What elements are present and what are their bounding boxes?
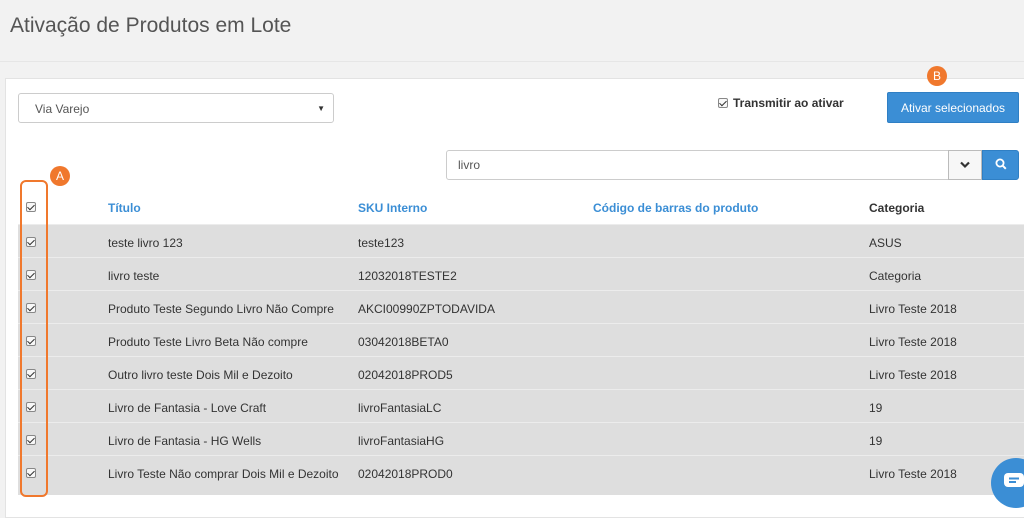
row-sku: AKCI00990ZPTODAVIDA xyxy=(358,301,495,316)
transmit-checkbox[interactable] xyxy=(718,98,728,108)
transmit-label: Transmitir ao ativar xyxy=(733,96,844,110)
row-sku: 02042018PROD0 xyxy=(358,466,453,481)
row-title: teste livro 123 xyxy=(108,235,183,250)
row-sku: livroFantasiaHG xyxy=(358,433,445,448)
table-row[interactable]: livro teste 12032018TESTE2 Categoria xyxy=(18,257,1024,290)
select-all-checkbox[interactable] xyxy=(26,202,36,212)
row-sku: livroFantasiaLC xyxy=(358,400,442,415)
row-sku: 12032018TESTE2 xyxy=(358,268,457,283)
row-category: 19 xyxy=(869,433,883,448)
row-category: Livro Teste 2018 xyxy=(869,334,957,349)
search-options-button[interactable] xyxy=(948,150,982,180)
annotation-badge-a: A xyxy=(50,166,70,186)
row-category: Categoria xyxy=(869,268,922,283)
store-select-value: Via Varejo xyxy=(35,102,90,116)
annotation-badge-b: B xyxy=(927,66,947,86)
table-row[interactable]: Livro Teste Não comprar Dois Mil e Dezoi… xyxy=(18,455,1024,495)
row-barcode xyxy=(593,389,869,422)
row-checkbox[interactable] xyxy=(26,467,36,478)
row-sku: teste123 xyxy=(358,235,405,250)
row-title: Livro Teste Não comprar Dois Mil e Dezoi… xyxy=(108,466,339,481)
row-category: ASUS xyxy=(869,235,902,250)
row-title: Livro de Fantasia - HG Wells xyxy=(108,433,262,448)
row-checkbox[interactable] xyxy=(26,401,36,412)
row-checkbox[interactable] xyxy=(26,434,36,445)
row-checkbox[interactable] xyxy=(26,368,36,379)
row-title: Livro de Fantasia - Love Craft xyxy=(108,400,267,415)
row-title: Outro livro teste Dois Mil e Dezoito xyxy=(108,367,293,382)
table-row[interactable]: teste livro 123 teste123 ASUS xyxy=(18,224,1024,257)
row-checkbox[interactable] xyxy=(26,335,36,346)
chat-icon xyxy=(1004,473,1024,487)
table-row[interactable]: Livro de Fantasia - HG Wells livroFantas… xyxy=(18,422,1024,455)
row-title: livro teste xyxy=(108,268,160,283)
row-checkbox[interactable] xyxy=(26,236,36,247)
search-input[interactable] xyxy=(446,150,949,180)
row-sku: 03042018BETA0 xyxy=(358,334,449,349)
row-barcode xyxy=(593,257,869,290)
table-header-row: Título SKU Interno Código de barras do p… xyxy=(18,190,1024,224)
caret-down-icon: ▼ xyxy=(317,104,325,113)
search-icon xyxy=(995,158,1007,170)
row-barcode xyxy=(593,455,869,495)
row-barcode xyxy=(593,290,869,323)
table-row[interactable]: Produto Teste Livro Beta Não compre 0304… xyxy=(18,323,1024,356)
table-row[interactable]: Outro livro teste Dois Mil e Dezoito 020… xyxy=(18,356,1024,389)
search-button[interactable] xyxy=(982,150,1019,180)
row-title: Produto Teste Segundo Livro Não Compre xyxy=(108,301,334,316)
table-row[interactable]: Produto Teste Segundo Livro Não Compre A… xyxy=(18,290,1024,323)
chevron-down-icon xyxy=(960,161,970,169)
products-table: Título SKU Interno Código de barras do p… xyxy=(18,190,1024,495)
column-header-title[interactable]: Título xyxy=(108,190,358,224)
column-header-barcode[interactable]: Código de barras do produto xyxy=(593,190,869,224)
column-header-sku[interactable]: SKU Interno xyxy=(358,190,593,224)
row-barcode xyxy=(593,356,869,389)
row-checkbox[interactable] xyxy=(26,269,36,280)
row-barcode xyxy=(593,422,869,455)
row-category: Livro Teste 2018 xyxy=(869,301,957,316)
store-select[interactable]: Via Varejo ▼ xyxy=(18,93,334,123)
table-row[interactable]: Livro de Fantasia - Love Craft livroFant… xyxy=(18,389,1024,422)
row-category: Livro Teste 2018 xyxy=(869,367,957,382)
column-header-category: Categoria xyxy=(869,201,925,215)
row-barcode xyxy=(593,224,869,257)
row-category: 19 xyxy=(869,400,883,415)
transmit-option[interactable]: Transmitir ao ativar xyxy=(718,96,844,110)
activate-selected-button[interactable]: Ativar selecionados xyxy=(887,92,1019,123)
page-title: Ativação de Produtos em Lote xyxy=(10,14,292,37)
row-checkbox[interactable] xyxy=(26,302,36,313)
row-title: Produto Teste Livro Beta Não compre xyxy=(108,334,308,349)
row-sku: 02042018PROD5 xyxy=(358,367,453,382)
row-barcode xyxy=(593,323,869,356)
